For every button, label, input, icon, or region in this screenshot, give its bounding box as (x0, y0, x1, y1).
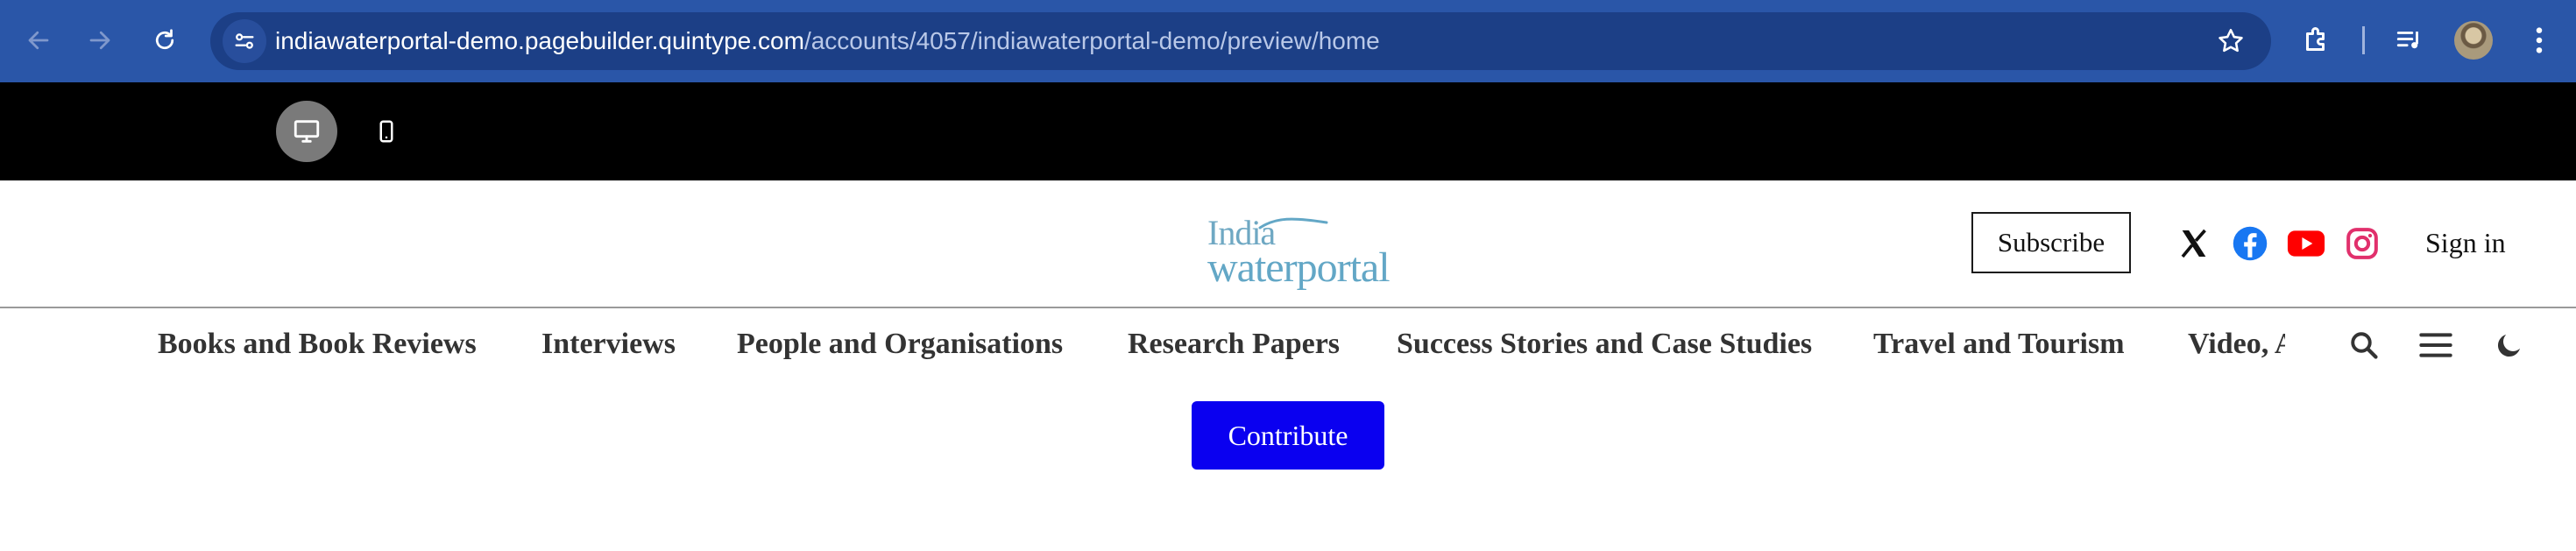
forward-arrow-icon[interactable] (77, 18, 123, 63)
mobile-preview-button[interactable] (356, 101, 417, 162)
menu-item-travel[interactable]: Travel and Tourism (1873, 308, 2125, 380)
browser-toolbar: indiawaterportal-demo.pagebuilder.quinty… (0, 0, 2576, 82)
contribute-button[interactable]: Contribute (1192, 401, 1384, 470)
more-menu-icon[interactable] (2518, 19, 2560, 61)
address-bar[interactable]: indiawaterportal-demo.pagebuilder.quinty… (210, 12, 2271, 70)
menu-item-research[interactable]: Research Papers (1128, 308, 1340, 380)
site-info-icon[interactable] (223, 19, 266, 63)
preview-device-bar (0, 82, 2576, 180)
dark-mode-icon[interactable] (2487, 322, 2532, 368)
search-icon[interactable] (2341, 322, 2387, 368)
mobile-icon (379, 120, 393, 143)
category-menu: Books and Book Reviews Interviews People… (149, 308, 2285, 380)
back-arrow-icon[interactable] (16, 18, 61, 63)
x-icon[interactable] (2175, 224, 2213, 263)
desktop-icon (294, 120, 320, 143)
menu-item-books[interactable]: Books and Book Reviews (158, 308, 477, 380)
hamburger-menu-icon[interactable] (2413, 322, 2459, 368)
reload-icon[interactable] (142, 18, 188, 63)
toolbar-divider (2362, 26, 2365, 54)
media-controls-icon[interactable] (2388, 19, 2431, 61)
youtube-icon[interactable] (2287, 224, 2325, 263)
profile-avatar[interactable] (2454, 21, 2493, 60)
logo-text-waterportal: waterportal (1207, 244, 1391, 291)
desktop-preview-button[interactable] (276, 101, 337, 162)
site-header: India waterportal Subscribe Sign in (0, 180, 2576, 308)
sign-in-link[interactable]: Sign in (2425, 217, 2506, 268)
subscribe-button[interactable]: Subscribe (1971, 212, 2131, 273)
instagram-icon[interactable] (2343, 224, 2381, 263)
logo-wave-icon (1258, 217, 1328, 230)
facebook-icon[interactable] (2231, 224, 2269, 263)
url-path: /accounts/4057/indiawaterportal-demo/pre… (803, 27, 1380, 54)
menu-item-success-stories[interactable]: Success Stories and Case Studies (1397, 308, 1812, 380)
url-host: indiawaterportal-demo.pagebuilder.quinty… (275, 27, 804, 54)
extensions-icon[interactable] (2296, 19, 2338, 61)
url-text: indiawaterportal-demo.pagebuilder.quinty… (275, 12, 1380, 70)
menu-item-people[interactable]: People and Organisations (737, 308, 1063, 380)
site-logo[interactable]: India waterportal (1207, 212, 1414, 291)
menu-item-interviews[interactable]: Interviews (541, 308, 676, 380)
bookmark-star-icon[interactable] (2213, 24, 2248, 59)
menu-item-video[interactable]: Video, Audio and Multimedia (2188, 308, 2285, 380)
